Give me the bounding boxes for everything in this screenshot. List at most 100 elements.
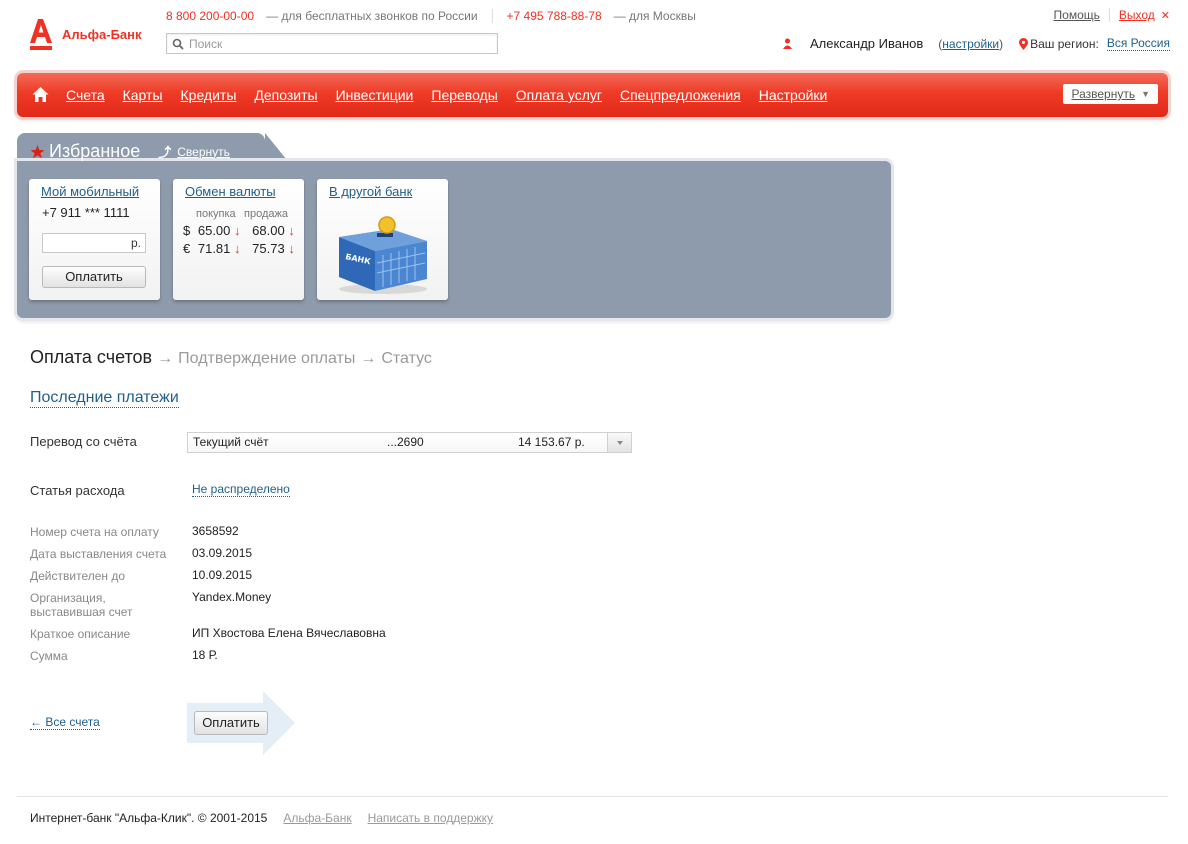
step-arrow: → (157, 350, 174, 367)
mobile-currency: р. (130, 236, 141, 250)
expand-label: Развернуть (1071, 87, 1136, 101)
recent-payments-link[interactable]: Последние платежи (30, 389, 179, 408)
trend-down-icon: ↓ (234, 241, 241, 256)
account-select[interactable]: Текущий счёт ...2690 14 153.67 р. (187, 432, 632, 453)
trend-down-icon: ↓ (234, 223, 241, 238)
main-nav: Счета Карты Кредиты Депозиты Инвестиции … (17, 73, 1168, 117)
other-bank-card-title[interactable]: В другой банк (329, 184, 412, 199)
bank-building-icon: БАНК (339, 216, 427, 294)
pay-button[interactable]: Оплатить (194, 711, 268, 735)
nav-item-payments[interactable]: Оплата услуг (516, 87, 602, 103)
invoice-number-label: Номер счета на оплату (30, 525, 159, 539)
trend-down-icon: ↓ (288, 223, 295, 238)
amount-value: 18 Р. (192, 648, 218, 662)
sell-rate: 75.73 (252, 241, 285, 256)
issuer-label-line2: выставившая счет (30, 605, 133, 619)
expand-button[interactable]: Развернуть ▼ (1063, 84, 1158, 104)
favorites-header: Избранное ⤴ Свернуть (30, 141, 230, 162)
dropdown-arrow-icon[interactable] (607, 433, 631, 452)
nav-item-deposits[interactable]: Депозиты (254, 87, 317, 103)
settings-link-wrap: (настройки) (938, 36, 1004, 51)
payment-steps: Оплата счетов → Подтверждение оплаты → С… (30, 347, 432, 368)
header-phones: 8 800 200-00-00 — для бесплатных звонков… (166, 9, 696, 23)
favorites-panel: Мой мобильный +7 911 *** 1111 р. Оплатит… (17, 161, 891, 318)
alfa-bank-logo[interactable]: Альфа-Банк (30, 17, 142, 51)
favorite-card-mobile: Мой мобильный +7 911 *** 1111 р. Оплатит… (29, 179, 160, 300)
user-name[interactable]: Александр Иванов (810, 36, 923, 51)
region-value-link[interactable]: Вся Россия (1106, 36, 1170, 51)
nav-item-settings[interactable]: Настройки (759, 87, 828, 103)
account-name: Текущий счёт (193, 435, 269, 449)
logo-text: Альфа-Банк (62, 26, 142, 42)
footer-support-link[interactable]: Написать в поддержку (368, 811, 493, 825)
transfer-from-label: Перевод со счёта (30, 434, 137, 449)
step-confirmation: Подтверждение оплаты (178, 350, 356, 367)
footer-copyright: Интернет-банк "Альфа-Клик". © 2001-2015 (30, 811, 268, 825)
description-value: ИП Хвостова Елена Вячеславовна (192, 626, 386, 640)
exchange-row-eur: € 71.81 ↓ 75.73 ↓ (183, 241, 295, 256)
back-to-invoices-link[interactable]: ← Все счета (30, 715, 100, 730)
buy-rate: 71.81 (197, 241, 231, 256)
collapse-link[interactable]: Свернуть (177, 145, 230, 159)
currency-symbol: € (183, 241, 191, 256)
phone-moscow-note: — для Москвы (613, 9, 696, 23)
search-icon (172, 38, 184, 50)
step-current: Оплата счетов (30, 347, 153, 367)
collapse-icon[interactable]: ⤴ (158, 142, 171, 161)
issuer-label: Организация, выставившая счет (30, 591, 133, 619)
phone-free-note: — для бесплатных звонков по России (266, 9, 478, 23)
favorite-card-other-bank[interactable]: В другой банк БАНК (317, 179, 448, 300)
settings-link[interactable]: настройки (942, 37, 999, 51)
step-status: Статус (381, 350, 432, 367)
region-selector: Ваш регион: Вся Россия (1019, 36, 1170, 51)
buy-rate: 65.00 (197, 223, 231, 238)
footer-bank-link[interactable]: Альфа-Банк (283, 811, 351, 825)
favorite-card-exchange: Обмен валюты покупка продажа $ 65.00 ↓ 6… (173, 179, 304, 300)
exchange-row-usd: $ 65.00 ↓ 68.00 ↓ (183, 223, 295, 238)
top-links-divider (1108, 8, 1110, 22)
nav-item-special-offers[interactable]: Спецпредложения (620, 87, 741, 103)
nav-item-credits[interactable]: Кредиты (181, 87, 237, 103)
step-arrow: → (360, 350, 377, 367)
home-icon[interactable] (32, 86, 49, 103)
issue-date-label: Дата выставления счета (30, 547, 167, 561)
mobile-pay-button[interactable]: Оплатить (42, 266, 146, 288)
account-number: ...2690 (387, 435, 424, 449)
favorites-title: Избранное (49, 141, 141, 161)
currency-symbol: $ (183, 223, 191, 238)
logout-link[interactable]: Выход (1119, 8, 1155, 22)
issuer-label-line1: Организация, (30, 591, 106, 605)
search-input[interactable] (189, 36, 489, 51)
logout-close-icon[interactable]: ✕ (1161, 9, 1170, 22)
mobile-card-title[interactable]: Мой мобильный (41, 184, 139, 199)
region-label: Ваш регион: (1030, 36, 1099, 51)
valid-until-value: 10.09.2015 (192, 568, 253, 582)
description-label: Краткое описание (30, 627, 131, 641)
issue-date-value: 03.09.2015 (192, 546, 253, 560)
star-icon (30, 144, 45, 158)
invoice-number-value: 3658592 (192, 524, 239, 538)
user-icon (782, 38, 792, 49)
help-link[interactable]: Помощь (1054, 8, 1100, 22)
expense-label: Статья расхода (30, 483, 125, 498)
sell-rate: 68.00 (252, 223, 285, 238)
account-balance: 14 153.67 р. (518, 435, 585, 449)
nav-item-transfers[interactable]: Переводы (431, 87, 497, 103)
nav-item-accounts[interactable]: Счета (66, 87, 105, 103)
expense-category-link[interactable]: Не распределено (192, 482, 290, 497)
mobile-phone-number: +7 911 *** 1111 (42, 205, 130, 220)
nav-item-investments[interactable]: Инвестиции (336, 87, 414, 103)
mobile-amount-input[interactable]: р. (42, 233, 146, 253)
exchange-sell-header: продажа (244, 208, 288, 220)
search-box[interactable] (166, 33, 498, 54)
phone-moscow: +7 495 788-88-78 (506, 9, 602, 23)
footer-divider (17, 796, 1168, 797)
exchange-card-title[interactable]: Обмен валюты (185, 184, 276, 199)
top-links: Помощь Выход ✕ (1054, 8, 1170, 22)
trend-down-icon: ↓ (288, 241, 295, 256)
footer: Интернет-банк "Альфа-Клик". © 2001-2015 … (30, 811, 493, 825)
user-bar: Александр Иванов (настройки) Ваш регион:… (782, 36, 1170, 51)
location-pin-icon (1019, 37, 1029, 50)
nav-item-cards[interactable]: Карты (123, 87, 163, 103)
issuer-value: Yandex.Money (192, 590, 272, 604)
